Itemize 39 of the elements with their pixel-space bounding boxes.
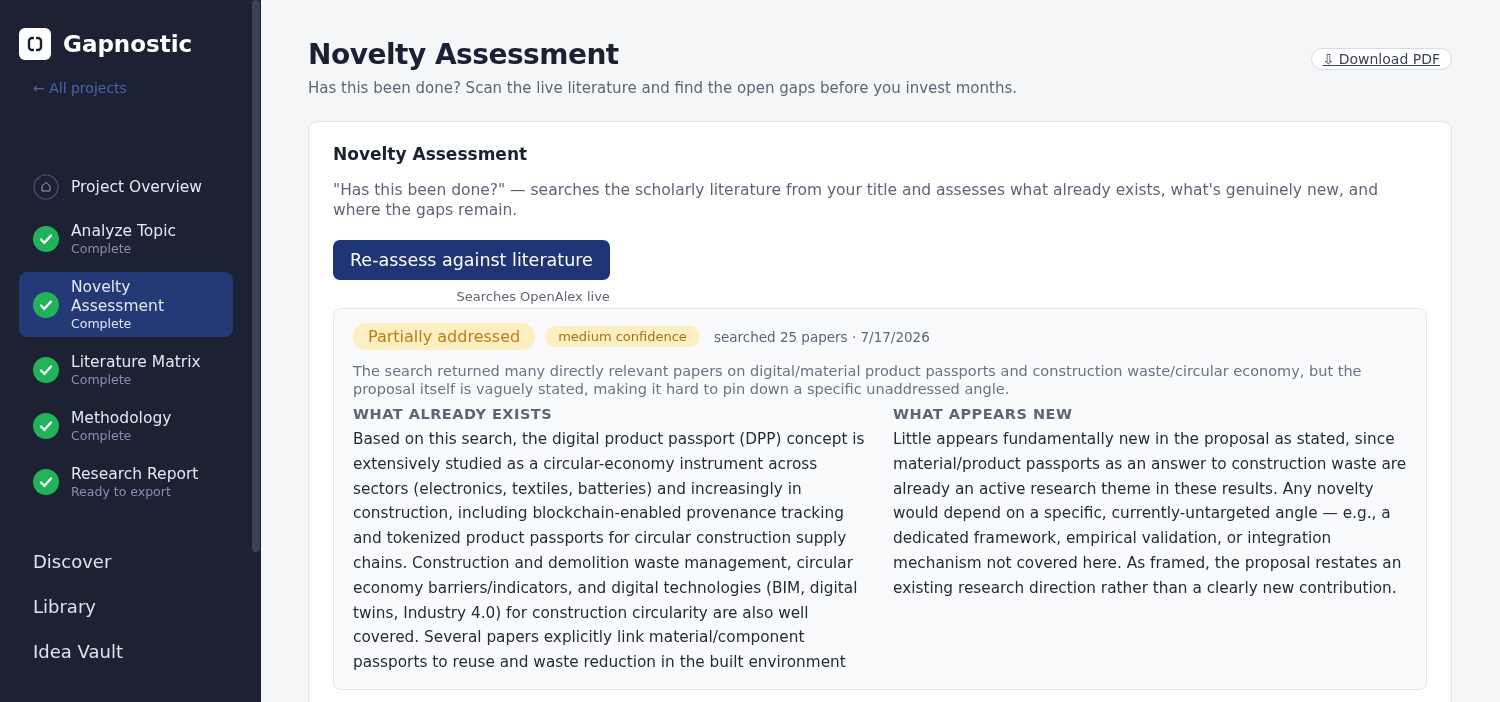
step-status: Complete bbox=[71, 316, 133, 331]
button-note: Searches OpenAlex live bbox=[456, 289, 610, 304]
step-label: Research Report bbox=[71, 465, 199, 484]
sidebar-step[interactable]: Methodology Complete bbox=[19, 403, 233, 449]
card-title: Novelty Assessment bbox=[333, 144, 529, 164]
section-text: Little appears fundamentally new in the proposal as stated, since material/product passports as an answer to construction waste are already an active research theme in these results. Any novelty would depend on a specific, currently-untargeted angle — e.g., a dedicated framework, empirical validation, or integration mechanism not covered here. As framed, the proposal restates an existing research direction rather than a clearly new contribution. bbox=[893, 429, 1407, 599]
page-subtitle: Has this been done? Scan the live literature and find the open gaps before you invest months. bbox=[308, 79, 1017, 97]
step-status: Complete bbox=[71, 372, 133, 387]
step-label: Methodology bbox=[71, 409, 172, 428]
step-label: Novelty Assessment bbox=[71, 278, 165, 316]
search-meta: searched 25 papers · 7/17/2026 bbox=[713, 328, 930, 345]
verdict-badge: Partially addressed bbox=[353, 323, 536, 350]
app-logo-icon bbox=[19, 28, 51, 60]
scrollbar-thumb[interactable] bbox=[252, 0, 260, 552]
reassess-button[interactable]: Re-assess against literature bbox=[333, 240, 610, 280]
sidebar-step[interactable]: Novelty Assessment Complete bbox=[19, 272, 233, 337]
sidebar-step[interactable]: Research Report Ready to export bbox=[19, 459, 233, 505]
download-pdf-button[interactable]: ⇩ Download PDF bbox=[1310, 48, 1452, 70]
sidebar-step[interactable]: Project Overview bbox=[19, 168, 233, 206]
step-status: Complete bbox=[71, 241, 133, 256]
confidence-badge: medium confidence bbox=[545, 326, 700, 347]
app-name: Gapnostic bbox=[63, 31, 193, 57]
section-heading: WHAT APPEARS NEW bbox=[893, 406, 1074, 422]
nav-link[interactable]: Idea Vault bbox=[19, 641, 123, 662]
section-text: Based on this search, the digital product passport (DPP) concept is extensively studied as a circular-economy instrument across sectors (electronics, textiles, batteries) and increasingly in construction, including blockchain-enabled provenance tracking and tokenized product passports for circular construction supply chains. Construction and demolition waste management, circular economy barriers/indicators, and digital technologies (BIM, digital twins, Industry 4.0) for construction circularity are also well covered. Several papers explicitly link material/component passports to reuse and waste reduction in the built environment bbox=[353, 429, 866, 674]
step-label: Project Overview bbox=[71, 177, 202, 197]
card-description: "Has this been done?" — searches the scholarly literature from your title and assesses what already exists, what's genuinely new, and where the gaps remain. bbox=[333, 180, 1380, 220]
step-status: Complete bbox=[71, 428, 133, 443]
step-label: Literature Matrix bbox=[71, 353, 201, 372]
sidebar-step[interactable]: Literature Matrix Complete bbox=[19, 347, 233, 393]
sidebar-step[interactable]: Analyze Topic Complete bbox=[19, 216, 233, 262]
nav-link[interactable]: Library bbox=[19, 596, 96, 617]
home-icon bbox=[33, 174, 59, 200]
step-label: Analyze Topic bbox=[71, 222, 176, 241]
nav-link[interactable]: Discover bbox=[19, 551, 112, 572]
step-status: Ready to export bbox=[71, 484, 172, 499]
page-title: Novelty Assessment bbox=[308, 38, 620, 71]
section-heading: WHAT ALREADY EXISTS bbox=[353, 406, 554, 422]
result-summary: The search returned many directly relevant papers on digital/material product passports and construction waste/circular economy, but the proposal itself is vaguely stated, making it hard to pin down a specific unaddressed angle. bbox=[353, 362, 1363, 398]
